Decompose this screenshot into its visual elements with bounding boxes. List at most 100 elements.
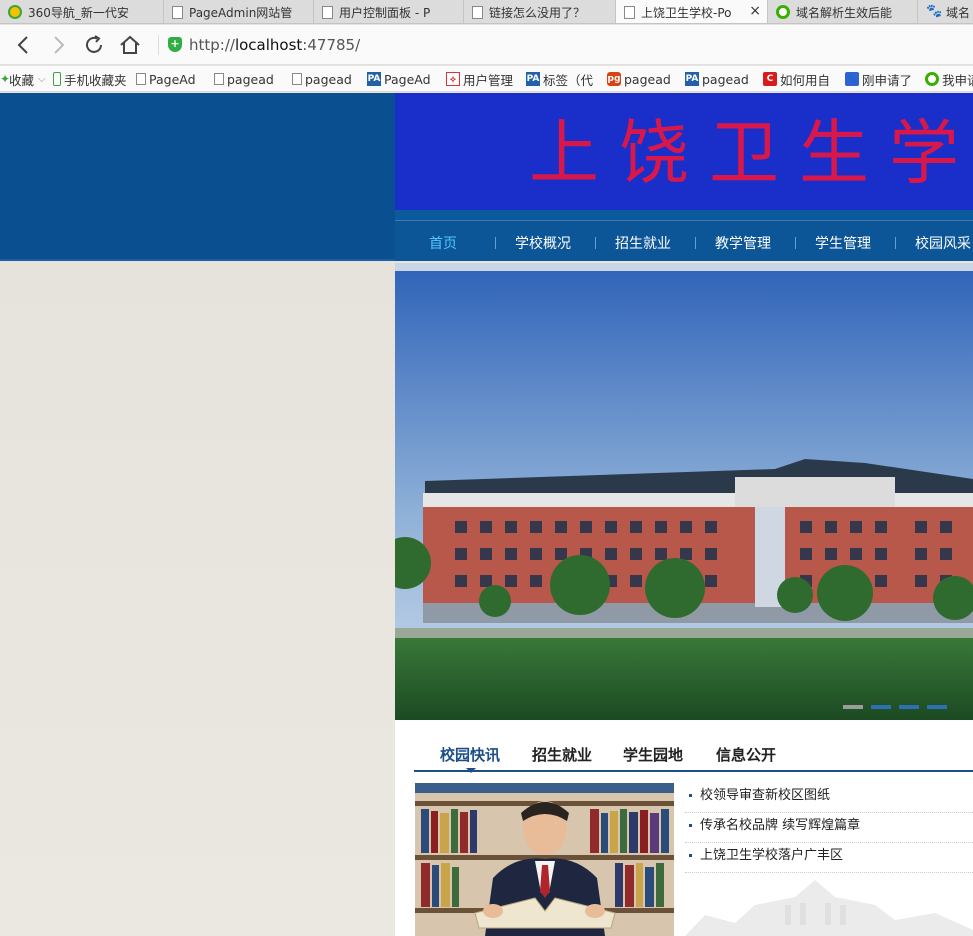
browser-tab[interactable]: 360导航_新一代安 xyxy=(0,0,164,23)
slide-indicator-3[interactable] xyxy=(899,705,919,709)
reload-icon xyxy=(86,35,102,53)
news-list: 校领导审查新校区图纸 传承名校品牌 续写辉煌篇章 上饶卫生学校落户广丰区 xyxy=(685,783,973,873)
browser-tab[interactable]: 用户控制面板 - P xyxy=(314,0,464,23)
browser-tab-title: 域名 xyxy=(946,5,971,20)
360-icon xyxy=(8,5,22,19)
bookmark-label: pagead xyxy=(702,71,749,87)
nav-item-students[interactable]: 学生管理 xyxy=(815,233,871,253)
bookmark-item[interactable]: C 如何用自 xyxy=(763,70,830,88)
nav-item-campus[interactable]: 校园风采 xyxy=(915,233,971,253)
bookmark-label: pagead xyxy=(305,71,352,87)
pa-icon: PA xyxy=(685,72,699,86)
nav-separator xyxy=(895,237,896,249)
tab-admission[interactable]: 招生就业 xyxy=(532,744,592,770)
bookmarks-bar: ✦ 收藏 ⌵ 手机收藏夹 PageAd pagead pagead PA Pag… xyxy=(0,66,973,92)
pa-icon: PA xyxy=(367,72,381,86)
address-divider xyxy=(158,35,159,55)
back-button[interactable] xyxy=(12,33,36,57)
browser-tab-title: PageAdmin网站管 xyxy=(189,5,293,20)
bookmark-item[interactable]: ⟡ 用户管理 xyxy=(446,70,513,88)
url-rest: :47785/ xyxy=(302,36,361,54)
bookmark-item[interactable]: PA PageAd xyxy=(367,70,431,88)
browser-tab[interactable]: 🐾 域名 xyxy=(918,0,973,23)
bookmark-label: pagead xyxy=(227,71,274,87)
web-page: 上饶卫生学 首页 学校概况 招生就业 教学管理 学生管理 校园风采 校园快讯 招… xyxy=(0,93,973,936)
news-item[interactable]: 上饶卫生学校落户广丰区 xyxy=(685,843,973,873)
browser-tab[interactable]: 链接怎么没用了？ xyxy=(464,0,616,23)
phone-icon xyxy=(53,72,61,86)
bookmark-label: pagead xyxy=(624,71,671,87)
bookmark-label: 刚申请了 xyxy=(862,72,913,88)
page-icon xyxy=(322,5,333,19)
bookmark-item[interactable]: pagead xyxy=(292,70,352,88)
chevron-down-icon: ⌵ xyxy=(38,73,46,85)
c-icon: C xyxy=(763,72,777,86)
bookmark-item[interactable]: PA pagead xyxy=(685,70,749,88)
tab-campus-news[interactable]: 校园快讯 xyxy=(440,744,500,773)
close-tab-icon[interactable]: × xyxy=(749,3,761,19)
url-host: localhost xyxy=(234,36,303,54)
bookmark-item[interactable]: pg pagead xyxy=(607,70,671,88)
bookmark-item[interactable]: PA 标签（代 xyxy=(526,70,593,88)
browser-tab-title: 360导航_新一代安 xyxy=(28,5,129,20)
bookmark-label: PageAd xyxy=(149,71,196,87)
browser-tab-title: 链接怎么没用了？ xyxy=(489,5,586,20)
left-background xyxy=(0,263,395,936)
page-icon xyxy=(292,73,302,85)
tab-public-info[interactable]: 信息公开 xyxy=(716,744,776,770)
pagead-icon: pg xyxy=(607,72,621,86)
bookmark-item[interactable]: pagead xyxy=(214,70,274,88)
news-photo-image xyxy=(415,783,674,936)
bookmark-label: 我申请 xyxy=(942,72,973,88)
news-section: 校园快讯 招生就业 学生园地 信息公开 校领导审查新校区图纸 传承名校品牌 续写… xyxy=(395,720,973,936)
bookmark-item[interactable]: 手机收藏夹 xyxy=(53,70,127,88)
browser-tab-title: 上饶卫生学校-Po xyxy=(641,6,732,20)
slide-indicator-4[interactable] xyxy=(927,705,947,709)
bookmark-label: 用户管理 xyxy=(463,72,514,88)
reload-button[interactable] xyxy=(82,33,106,57)
home-button[interactable] xyxy=(118,33,142,57)
campus-building-image xyxy=(395,263,973,720)
site-banner: 上饶卫生学 xyxy=(395,93,973,210)
paw-icon: 🐾 xyxy=(845,72,859,86)
bookmark-label: 收藏 xyxy=(9,72,35,88)
browser-tab-title: 用户控制面板 - P xyxy=(339,5,431,20)
slide-indicator-2[interactable] xyxy=(871,705,891,709)
hero-slideshow[interactable] xyxy=(395,263,973,720)
page-icon xyxy=(472,5,483,19)
nav-separator xyxy=(695,237,696,249)
bookmark-item[interactable]: 🐾 刚申请了 xyxy=(845,70,912,88)
nav-item-home[interactable]: 首页 xyxy=(429,233,457,253)
news-item[interactable]: 校领导审查新校区图纸 xyxy=(685,783,973,813)
decorative-building-watermark xyxy=(685,880,973,936)
news-item[interactable]: 传承名校品牌 续写辉煌篇章 xyxy=(685,813,973,843)
nav-separator xyxy=(595,237,596,249)
bookmark-label: 标签（代 xyxy=(543,72,594,88)
browser-tab[interactable]: 域名解析生效后能 xyxy=(768,0,918,23)
pa-icon: PA xyxy=(526,72,540,86)
news-photo[interactable] xyxy=(415,783,674,936)
star-icon: ✦ xyxy=(0,72,11,86)
bookmark-item[interactable]: PageAd xyxy=(136,70,196,88)
browser-tab[interactable]: PageAdmin网站管 xyxy=(164,0,314,23)
url-prefix: http:// xyxy=(189,36,235,54)
nav-item-admission[interactable]: 招生就业 xyxy=(615,233,671,253)
tab-student-corner[interactable]: 学生园地 xyxy=(623,744,683,770)
bookmark-label: 手机收藏夹 xyxy=(64,72,127,88)
banner-divider xyxy=(395,210,973,220)
security-shield-icon[interactable]: + xyxy=(168,37,182,52)
page-icon xyxy=(136,73,146,85)
nav-item-about[interactable]: 学校概况 xyxy=(515,233,571,253)
bookmark-item[interactable]: 我申请 xyxy=(925,70,973,88)
user-icon: ⟡ xyxy=(446,72,460,86)
browser-tab-title: 域名解析生效后能 xyxy=(796,5,893,20)
slide-indicator-1[interactable] xyxy=(843,705,863,709)
forward-button[interactable] xyxy=(46,33,70,57)
page-icon xyxy=(214,73,224,85)
browser-tab-active[interactable]: 上饶卫生学校-Po × xyxy=(616,0,768,23)
nav-item-teaching[interactable]: 教学管理 xyxy=(715,233,771,253)
banner-title: 上饶卫生学 xyxy=(529,112,973,194)
nav-separator xyxy=(495,237,496,249)
url-field[interactable]: http://localhost:47785/ xyxy=(189,36,360,54)
bookmark-favorites[interactable]: ✦ 收藏 ⌵ xyxy=(0,70,46,88)
